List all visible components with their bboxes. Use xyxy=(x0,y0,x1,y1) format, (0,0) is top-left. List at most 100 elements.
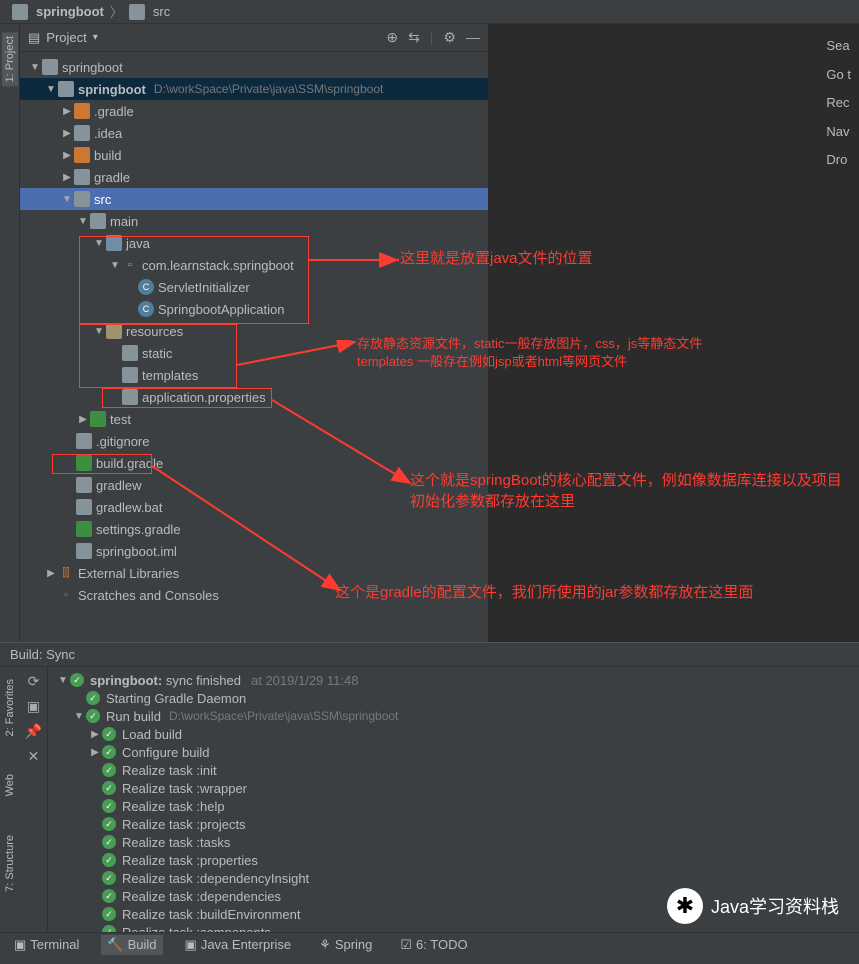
tree-row-springboot-top[interactable]: ▼springboot xyxy=(20,56,488,78)
tree-row-java[interactable]: ▼java xyxy=(20,232,488,254)
tab-spring[interactable]: ⚘Spring xyxy=(313,935,378,955)
collapse-icon[interactable]: ⇆ xyxy=(408,29,420,46)
status-ok-icon: ✓ xyxy=(102,925,116,932)
filter-icon[interactable]: ▣ xyxy=(27,698,40,715)
left-tool-tabs: 1: Project xyxy=(0,24,20,642)
build-row[interactable]: ✓Realize task :tasks xyxy=(48,833,859,851)
build-row[interactable]: ✓Realize task :properties xyxy=(48,851,859,869)
node-label: gradle xyxy=(94,170,130,185)
project-title[interactable]: ▤ Project ▾ xyxy=(28,30,98,46)
tree-row-iml[interactable]: springboot.iml xyxy=(20,540,488,562)
tree-row-templates[interactable]: templates xyxy=(20,364,488,386)
build-row[interactable]: ✓Realize task :help xyxy=(48,797,859,815)
tab-web[interactable]: Web xyxy=(2,770,18,800)
build-row-root[interactable]: ▼✓springboot: sync finishedat 2019/1/29 … xyxy=(48,671,859,689)
tree-row-gradle[interactable]: ▶ gradle xyxy=(20,166,488,188)
node-label: SpringbootApplication xyxy=(158,302,284,317)
hint-line: Nav xyxy=(826,118,851,147)
tree-row-settingsgradle[interactable]: settings.gradle xyxy=(20,518,488,540)
build-row[interactable]: ✓Starting Gradle Daemon xyxy=(48,689,859,707)
build-item-label: Realize task :dependencies xyxy=(122,889,281,904)
breadcrumb-root-text: springboot xyxy=(36,4,104,19)
status-ok-icon: ✓ xyxy=(102,727,116,741)
file-icon xyxy=(76,499,92,515)
tab-favorites[interactable]: 2: Favorites xyxy=(2,675,18,740)
build-row[interactable]: ✓Realize task :wrapper xyxy=(48,779,859,797)
test-folder-icon xyxy=(90,411,106,427)
tab-todo[interactable]: ☑6: TODO xyxy=(394,935,473,955)
tree-row-resources[interactable]: ▼resources xyxy=(20,320,488,342)
node-label: src xyxy=(94,192,111,207)
build-row[interactable]: ✓Realize task :dependencyInsight xyxy=(48,869,859,887)
locate-icon[interactable]: ⊕ xyxy=(386,29,398,46)
file-icon xyxy=(122,389,138,405)
project-panel: ▤ Project ▾ ⊕ ⇆ | ⚙ — ▼springboot ▼sprin… xyxy=(20,24,488,642)
tree-row-test[interactable]: ▶test xyxy=(20,408,488,430)
tree-row-build[interactable]: ▶build xyxy=(20,144,488,166)
build-row[interactable]: ✓Realize task :components xyxy=(48,923,859,932)
tab-structure[interactable]: 7: Structure xyxy=(2,831,18,896)
tree-row-extlib[interactable]: ▶⫿⫿External Libraries xyxy=(20,562,488,584)
expand-icon: ▶ xyxy=(60,172,74,183)
tree-row-scratch[interactable]: ▫Scratches and Consoles xyxy=(20,584,488,606)
favorites-bar: 2: Favorites Web 7: Structure xyxy=(0,667,20,932)
project-toolbar: ⊕ ⇆ | ⚙ — xyxy=(386,29,480,46)
hide-icon[interactable]: — xyxy=(466,29,480,46)
tab-javaee[interactable]: ▣Java Enterprise xyxy=(179,935,298,955)
build-row[interactable]: ▶✓Configure build xyxy=(48,743,859,761)
node-label: com.learnstack.springboot xyxy=(142,258,294,273)
hint-line: Dro xyxy=(826,146,851,175)
tree-row-springboot[interactable]: ▼springbootD:\workSpace\Private\java\SSM… xyxy=(20,78,488,100)
node-label: static xyxy=(142,346,172,361)
breadcrumb-root[interactable]: springboot xyxy=(8,4,108,20)
build-item-label: Load build xyxy=(122,727,182,742)
bottom-tool-tabs: ▣Terminal 🔨Build ▣Java Enterprise ⚘Sprin… xyxy=(0,932,859,956)
project-tree[interactable]: ▼springboot ▼springbootD:\workSpace\Priv… xyxy=(20,52,488,642)
tab-build[interactable]: 🔨Build xyxy=(101,935,162,955)
javaee-icon: ▣ xyxy=(185,937,197,953)
expand-icon: ▶ xyxy=(60,106,74,117)
tab-terminal[interactable]: ▣Terminal xyxy=(8,935,85,955)
tab-project[interactable]: 1: Project xyxy=(2,32,18,86)
build-row-runbuild[interactable]: ▼✓Run buildD:\workSpace\Private\java\SSM… xyxy=(48,707,859,725)
build-row[interactable]: ✓Realize task :projects xyxy=(48,815,859,833)
close-icon[interactable]: ✕ xyxy=(28,748,40,765)
node-label: External Libraries xyxy=(78,566,179,581)
tree-row-src[interactable]: ▼src xyxy=(20,188,488,210)
tree-row-gitignore[interactable]: .gitignore xyxy=(20,430,488,452)
tree-row-appprops[interactable]: application.properties xyxy=(20,386,488,408)
build-row[interactable]: ▶✓Load build xyxy=(48,725,859,743)
tree-row-main[interactable]: ▼main xyxy=(20,210,488,232)
node-label: resources xyxy=(126,324,183,339)
project-header: ▤ Project ▾ ⊕ ⇆ | ⚙ — xyxy=(20,24,488,52)
file-icon xyxy=(76,433,92,449)
folder-icon xyxy=(74,191,90,207)
project-icon: ▤ xyxy=(28,30,40,46)
tree-row-servlet[interactable]: CServletInitializer xyxy=(20,276,488,298)
pin-icon[interactable]: 📌 xyxy=(25,723,42,740)
folder-icon xyxy=(12,4,28,20)
node-label: .gitignore xyxy=(96,434,149,449)
tree-row-gradle-hidden[interactable]: ▶.gradle xyxy=(20,100,488,122)
build-item-label: Realize task :buildEnvironment xyxy=(122,907,300,922)
build-item-label: Realize task :properties xyxy=(122,853,258,868)
chevron-right-icon: 〉 xyxy=(108,2,125,21)
expand-icon: ▶ xyxy=(76,414,90,425)
todo-icon: ☑ xyxy=(400,937,412,953)
tree-row-gradlewbat[interactable]: gradlew.bat xyxy=(20,496,488,518)
spring-icon: ⚘ xyxy=(319,937,331,953)
tree-row-idea[interactable]: ▶.idea xyxy=(20,122,488,144)
refresh-icon[interactable]: ⟳ xyxy=(28,673,40,690)
tree-row-app[interactable]: CSpringbootApplication xyxy=(20,298,488,320)
tree-row-static[interactable]: static xyxy=(20,342,488,364)
gear-icon[interactable]: ⚙ xyxy=(443,29,456,46)
path-hint: D:\workSpace\Private\java\SSM\springboot xyxy=(169,709,398,723)
tree-row-buildgradle[interactable]: build.gradle xyxy=(20,452,488,474)
tree-row-package[interactable]: ▼▫com.learnstack.springboot xyxy=(20,254,488,276)
breadcrumb-src[interactable]: src xyxy=(125,4,174,20)
tree-row-gradlew[interactable]: gradlew xyxy=(20,474,488,496)
expand-icon: ▼ xyxy=(28,62,42,73)
folder-icon xyxy=(74,147,90,163)
build-row[interactable]: ✓Realize task :init xyxy=(48,761,859,779)
node-label: springboot xyxy=(78,82,146,97)
